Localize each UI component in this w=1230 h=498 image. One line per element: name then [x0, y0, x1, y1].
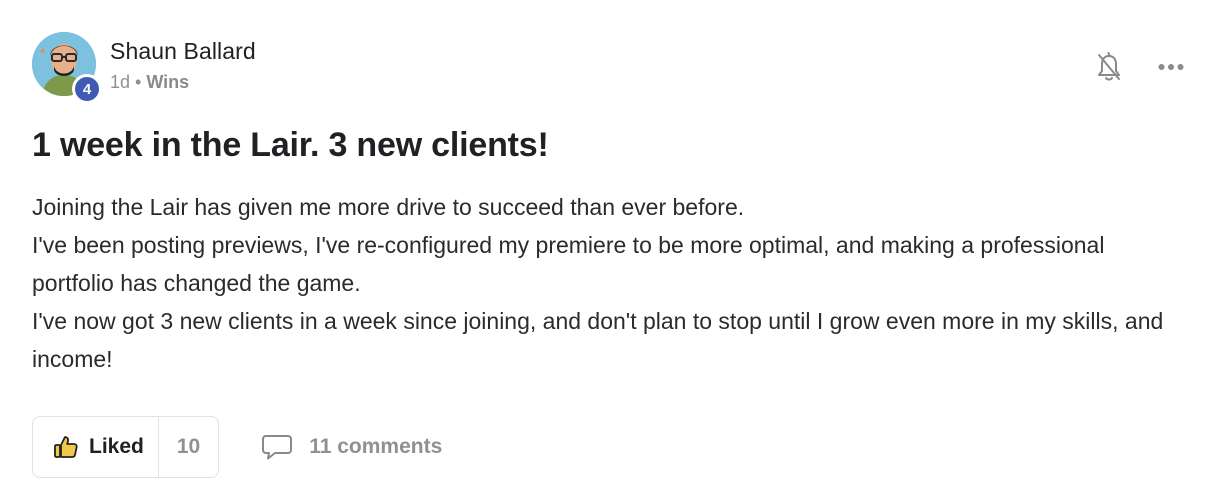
like-label: Liked [89, 435, 144, 458]
comments-label: 11 comments [309, 435, 443, 458]
post-body: Joining the Lair has given me more drive… [32, 188, 1192, 378]
post-body-paragraph: Joining the Lair has given me more drive… [32, 194, 745, 220]
post-time: 1d [110, 72, 131, 92]
level-badge: 4 [72, 74, 102, 104]
comments-button[interactable]: 11 comments [261, 433, 442, 461]
author-name[interactable]: Shaun Ballard [110, 36, 256, 66]
comment-icon [262, 435, 293, 460]
more-options-button[interactable] [1156, 52, 1186, 82]
like-button[interactable]: Liked [33, 417, 158, 477]
author-meta: Shaun Ballard 1d • Wins [110, 36, 256, 93]
meta-separator: • [135, 72, 142, 92]
post-category[interactable]: Wins [146, 72, 189, 93]
post-body-paragraph: I've been posting previews, I've re-conf… [32, 232, 1105, 296]
post-card: 4 Shaun Ballard 1d • Wins 1 week in the … [0, 0, 1230, 498]
top-actions [1094, 52, 1186, 82]
thumbs-up-icon [54, 436, 78, 458]
post-body-paragraph: I've now got 3 new clients in a week sin… [32, 308, 1164, 372]
like-count[interactable]: 10 [157, 417, 218, 477]
author-row: 4 Shaun Ballard 1d • Wins [32, 32, 256, 104]
notification-toggle-button[interactable] [1094, 52, 1124, 82]
like-control: Liked 10 [32, 416, 220, 478]
action-row: Liked 10 11 comments [32, 416, 442, 478]
avatar-container[interactable]: 4 [32, 32, 102, 104]
more-horizontal-icon [1158, 64, 1184, 70]
bell-off-icon [1098, 52, 1120, 81]
post-title: 1 week in the Lair. 3 new clients! [32, 126, 549, 164]
post-meta: 1d • Wins [110, 72, 256, 93]
